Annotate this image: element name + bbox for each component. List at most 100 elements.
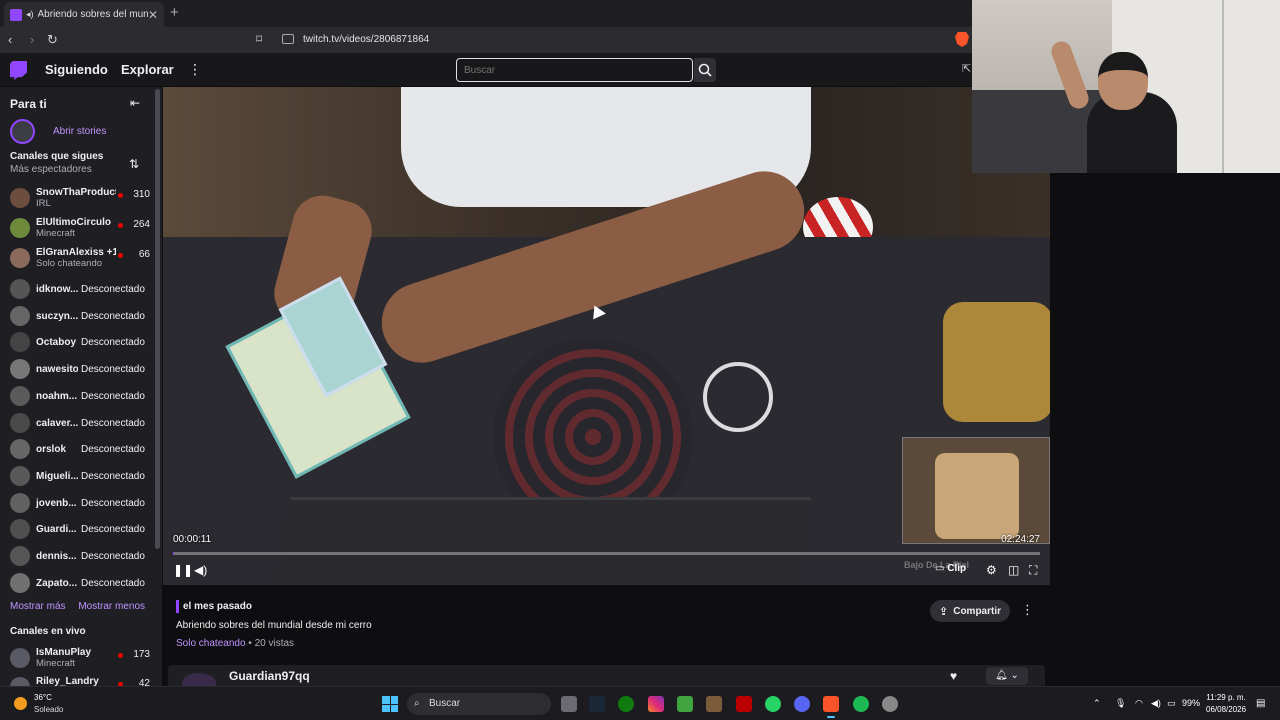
forward-icon[interactable]: ›	[30, 32, 34, 47]
video-scene-keyboard	[275, 497, 811, 585]
search-icon: ⌕	[414, 698, 420, 709]
followed-channel-item[interactable]: nawesito Desconectado	[10, 357, 150, 381]
taskbar-search[interactable]: ⌕ Buscar	[407, 693, 551, 715]
followed-channel-item[interactable]: noahm... Desconectado	[10, 384, 150, 408]
netflix-icon[interactable]	[736, 696, 752, 712]
followed-channel-item[interactable]: dennis... Desconectado	[10, 544, 150, 568]
search-button[interactable]	[694, 58, 716, 82]
channel-name[interactable]: Guardian97qq	[229, 669, 310, 683]
offline-status: Desconectado	[81, 444, 145, 456]
channel-game: Minecraft	[36, 658, 76, 669]
microphone-icon[interactable]: 🎙︎	[1115, 698, 1126, 709]
wifi-icon[interactable]: ◠	[1135, 698, 1143, 709]
miniplayer-preview[interactable]	[902, 437, 1050, 544]
followed-channel-item[interactable]: jovenb... Desconectado	[10, 491, 150, 515]
theatre-mode-icon[interactable]: ◫	[1008, 563, 1019, 577]
sun-icon[interactable]	[14, 697, 27, 710]
bookmark-icon[interactable]: ⌑	[256, 32, 262, 46]
show-less-link[interactable]: Mostrar menos	[78, 601, 145, 612]
notifications-bell-button[interactable]: 🔔︎ ⌄	[986, 667, 1028, 685]
notifications-icon[interactable]: ▤	[1256, 698, 1265, 709]
followed-channel-item[interactable]: ElGranAlexiss +1 Solo chateando 66	[10, 246, 150, 270]
live-indicator-icon	[118, 653, 123, 658]
url-field[interactable]: twitch.tv/videos/2806871864	[303, 34, 429, 45]
chevron-up-icon[interactable]: ⌃	[1093, 698, 1101, 709]
instagram-icon[interactable]	[648, 696, 664, 712]
channel-avatar	[10, 359, 30, 380]
follow-heart-icon[interactable]: ♥	[950, 669, 957, 683]
brave-shields-icon[interactable]	[955, 32, 969, 47]
video-category-link[interactable]: Solo chateando	[176, 638, 246, 649]
offline-status: Desconectado	[81, 364, 145, 376]
channel-avatar	[10, 546, 30, 566]
spotify-icon[interactable]	[853, 696, 869, 712]
minecraft-icon[interactable]	[677, 696, 693, 712]
followed-channel-item[interactable]: Zapato... Desconectado	[10, 571, 150, 595]
discord-icon[interactable]	[794, 696, 810, 712]
new-tab-button[interactable]: +	[170, 4, 179, 21]
offline-status: Desconectado	[81, 470, 145, 482]
speaker-icon[interactable]: ◀)	[1151, 698, 1161, 709]
speaker-icon[interactable]: ◂)	[26, 9, 34, 20]
site-info-icon[interactable]	[282, 34, 294, 44]
viewer-count: 42	[138, 678, 150, 686]
minecraft-launcher-icon[interactable]	[706, 696, 722, 712]
browser-tab-active[interactable]: ◂) Abriendo sobres del mundial ✕	[4, 2, 164, 27]
system-clock[interactable]: 11:29 p. m. 06/08/2026	[1206, 692, 1246, 716]
channel-name: Zapato...	[36, 577, 78, 589]
followed-channel-item[interactable]: Migueli... Desconectado	[10, 464, 150, 488]
followed-channel-item[interactable]: suczyn... Desconectado	[10, 304, 150, 328]
popout-icon[interactable]: ⇱	[962, 62, 971, 75]
reload-icon[interactable]: ↻	[47, 32, 58, 48]
open-stories-button[interactable]: Abrir stories	[10, 119, 106, 144]
collapse-sidebar-icon[interactable]: ⇤	[130, 96, 140, 110]
close-tab-icon[interactable]: ✕	[148, 8, 158, 22]
followed-channel-item[interactable]: ElUltimoCirculo Minecraft 264	[10, 216, 150, 240]
fullscreen-icon[interactable]: ⛶	[1029, 563, 1037, 578]
more-options-icon[interactable]: ⋮	[188, 61, 202, 78]
steam-icon[interactable]	[589, 696, 605, 712]
settings-gear-icon[interactable]: ⚙	[986, 563, 997, 577]
whatsapp-icon[interactable]	[765, 696, 781, 712]
sidebar-scrollbar[interactable]	[155, 89, 160, 549]
twitch-logo-icon[interactable]	[10, 61, 27, 80]
followed-channel-item[interactable]: calaver... Desconectado	[10, 411, 150, 435]
date-accent-bar	[176, 600, 179, 613]
nav-explore[interactable]: Explorar	[121, 62, 174, 77]
show-more-link[interactable]: Mostrar más	[10, 601, 66, 612]
windows-start-icon[interactable]	[382, 696, 398, 712]
chatgpt-icon[interactable]	[882, 696, 898, 712]
clock-time: 11:29 p. m.	[1206, 693, 1246, 702]
search-input[interactable]	[456, 58, 693, 82]
more-options-icon[interactable]: ⋮	[1021, 602, 1034, 618]
followed-channel-item[interactable]: orslok Desconectado	[10, 437, 150, 461]
video-player[interactable]: 00:00:11 02:24:27 ❚❚ ◀) Bajo De La Piel …	[163, 87, 1050, 585]
followed-channel-item[interactable]: idknow... Desconectado	[10, 277, 150, 301]
total-time: 02:24:27	[1001, 534, 1040, 545]
share-button[interactable]: ⇪ Compartir	[930, 600, 1011, 622]
video-title: Abriendo sobres del mundial desde mi cer…	[176, 620, 372, 631]
pause-icon[interactable]: ❚❚	[173, 563, 193, 577]
battery-percent: 99%	[1182, 698, 1201, 708]
clip-label: Clip	[947, 563, 967, 574]
tab-title: Abriendo sobres del mundial	[37, 9, 148, 20]
live-channel-item[interactable]: Riley_Landry 42	[10, 675, 150, 686]
channel-name: SnowThaProduct	[36, 187, 116, 198]
sort-icon[interactable]: ⇅	[129, 157, 139, 171]
task-view-icon[interactable]	[561, 696, 577, 712]
nav-following[interactable]: Siguiendo	[45, 62, 108, 77]
followed-channel-item[interactable]: Octaboy Desconectado	[10, 330, 150, 354]
battery-icon[interactable]: ▭	[1167, 698, 1176, 709]
back-icon[interactable]: ‹	[8, 32, 12, 47]
volume-icon[interactable]: ◀)	[194, 563, 207, 577]
channel-name: Riley_Landry	[36, 676, 99, 686]
channel-name: ElGranAlexiss +1	[36, 247, 116, 258]
xbox-icon[interactable]	[618, 696, 634, 712]
live-channel-item[interactable]: IsManuPlay Minecraft 173	[10, 646, 150, 670]
followed-channel-item[interactable]: Guardi... Desconectado	[10, 517, 150, 541]
brave-browser-icon[interactable]	[823, 696, 839, 718]
channel-avatar	[10, 465, 30, 486]
seek-bar[interactable]	[173, 552, 1040, 555]
clip-button[interactable]: ▭ Clip	[935, 563, 966, 574]
followed-channel-item[interactable]: SnowThaProduct IRL 310	[10, 186, 150, 210]
